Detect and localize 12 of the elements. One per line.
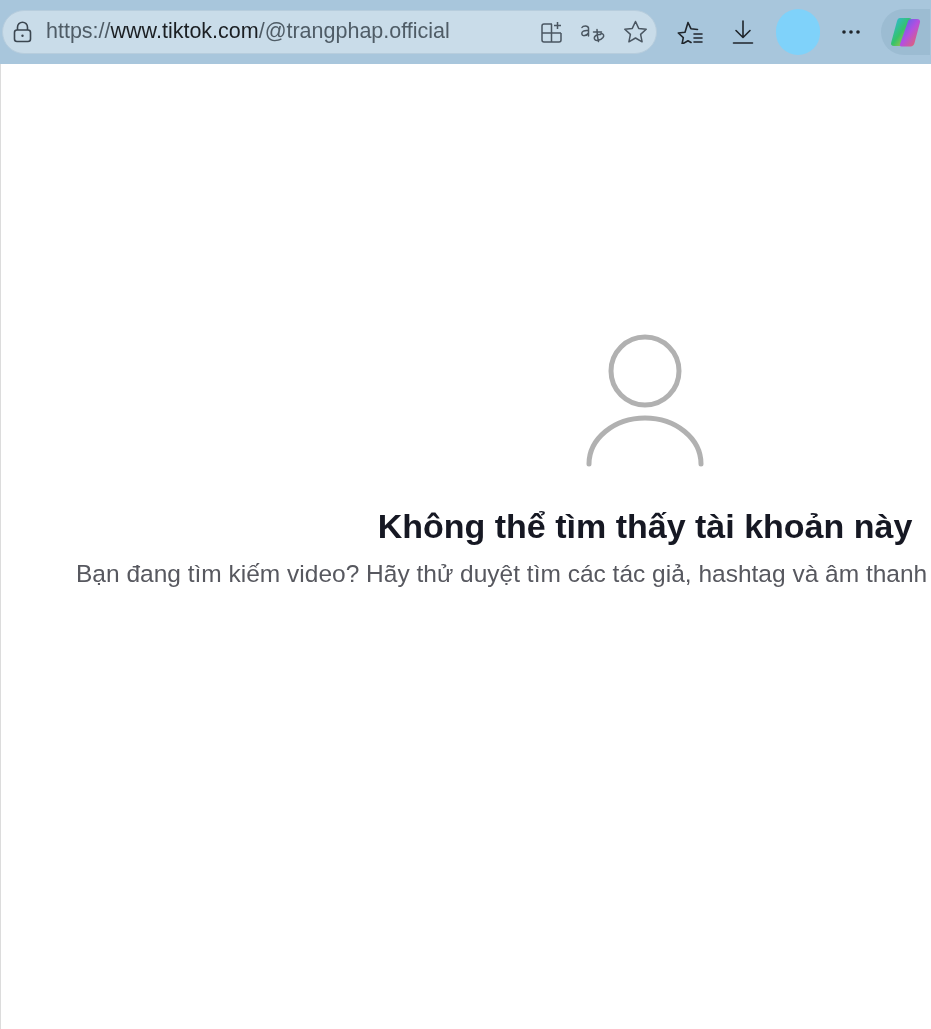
- address-bar[interactable]: https://www.tiktok.com/@trangphap.official: [2, 10, 657, 54]
- error-message: Bạn đang tìm kiếm video? Hãy thử duyệt tìm các tác giả, hashtag và âm thanh: [76, 559, 929, 589]
- copilot-icon: [890, 15, 923, 49]
- lock-icon[interactable]: [13, 21, 32, 43]
- address-text[interactable]: https://www.tiktok.com/@trangphap.official: [46, 21, 450, 43]
- split-screen-icon[interactable]: [540, 20, 563, 44]
- error-title: Không thể tìm thấy tài khoản này: [377, 506, 913, 547]
- user-silhouette-icon: [586, 334, 704, 467]
- star-icon[interactable]: [623, 20, 648, 44]
- download-icon[interactable]: [732, 20, 754, 44]
- favorites-icon[interactable]: [677, 20, 703, 44]
- more-icon[interactable]: [842, 30, 860, 34]
